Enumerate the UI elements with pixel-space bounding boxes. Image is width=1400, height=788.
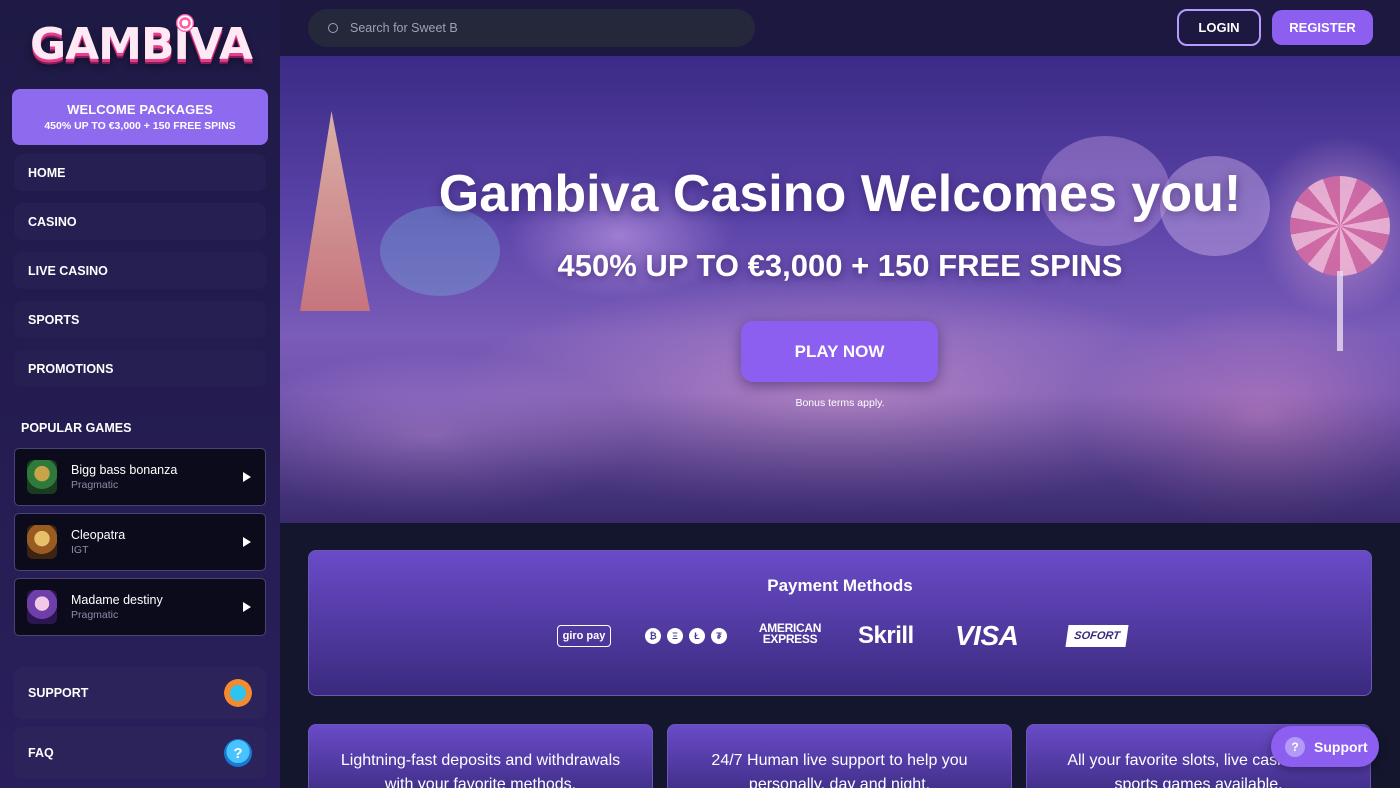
feature-card-deposits: Lightning-fast deposits and withdrawals … (308, 724, 653, 788)
welcome-offer: 450% UP TO €3,000 + 150 FREE SPINS (44, 120, 236, 132)
game-provider: IGT (71, 544, 89, 556)
nav-item-live-casino[interactable]: LIVE CASINO (14, 252, 266, 289)
gambiva-logo[interactable]: GAMBIVA (30, 14, 253, 74)
crypto-logos: ₿ Ξ Ł ₮ (645, 623, 727, 649)
support-chat-button[interactable]: ? Support (1271, 726, 1379, 767)
payment-methods-title: Payment Methods (767, 576, 913, 595)
sidebar: GAMBIVA WELCOME PACKAGES 450% UP TO €3,0… (0, 0, 280, 788)
headset-icon (224, 679, 252, 707)
payment-methods-panel: Payment Methods giro pay ₿ Ξ Ł ₮ AMERICA… (308, 550, 1372, 696)
sofort-logo: SOFORT (1065, 625, 1129, 647)
play-icon[interactable] (243, 602, 251, 612)
skrill-logo: Skrill (858, 622, 914, 649)
game-item-cleopatra[interactable]: Cleopatra IGT (14, 513, 266, 571)
litecoin-icon: Ł (689, 628, 705, 644)
game-name: Cleopatra (71, 528, 126, 542)
game-name: Bigg bass bonanza (71, 463, 178, 477)
game-provider: Pragmatic (71, 609, 119, 621)
game-thumbnail (27, 460, 57, 494)
game-item-madame-destiny[interactable]: Madame destiny Pragmatic (14, 578, 266, 636)
welcome-title: WELCOME PACKAGES (67, 102, 213, 117)
nav-item-sports[interactable]: SPORTS (14, 301, 266, 338)
question-icon: ? (1285, 736, 1305, 757)
giropay-logo: giro pay (557, 625, 611, 647)
game-thumbnail (27, 590, 57, 624)
game-item-bigg-bass-bonanza[interactable]: Bigg bass bonanza Pragmatic (14, 448, 266, 506)
popular-games-heading: POPULAR GAMES (21, 421, 132, 435)
hero-title: Gambiva Casino Welcomes you! (438, 165, 1242, 223)
hero-banner: Gambiva Casino Welcomes you! 450% UP TO … (280, 56, 1400, 523)
support-label: SUPPORT (28, 686, 89, 700)
american-express-logo: AMERICAN EXPRESS (749, 622, 831, 649)
feature-card-support: 24/7 Human live support to help you pers… (667, 724, 1012, 788)
visa-logo: VISA (955, 620, 1019, 651)
login-button[interactable]: LOGIN (1177, 9, 1261, 46)
faq-label: FAQ (28, 746, 54, 760)
game-name: Madame destiny (71, 593, 163, 607)
play-now-button[interactable]: PLAY NOW (741, 321, 938, 382)
ethereum-icon: Ξ (667, 628, 683, 644)
play-icon[interactable] (243, 537, 251, 547)
tether-icon: ₮ (711, 628, 727, 644)
candy-swirl-icon (176, 14, 194, 32)
support-link[interactable]: SUPPORT (14, 667, 266, 719)
register-button[interactable]: REGISTER (1272, 10, 1373, 45)
hero-subtitle: 450% UP TO €3,000 + 150 FREE SPINS (557, 248, 1123, 283)
nav-item-casino[interactable]: CASINO (14, 203, 266, 240)
search-placeholder: Search for Sweet B (350, 21, 458, 35)
question-bubble-icon: ? (224, 739, 252, 767)
search-input[interactable]: Search for Sweet B (308, 9, 755, 47)
play-icon[interactable] (243, 472, 251, 482)
bitcoin-icon: ₿ (645, 628, 661, 644)
faq-link[interactable]: FAQ ? (14, 727, 266, 779)
game-thumbnail (27, 525, 57, 559)
amex-line2: EXPRESS (762, 632, 818, 646)
game-provider: Pragmatic (71, 479, 119, 491)
welcome-packages-button[interactable]: WELCOME PACKAGES 450% UP TO €3,000 + 150… (12, 89, 268, 145)
support-chat-label: Support (1314, 738, 1368, 755)
logo-text: GAMBIVA (30, 18, 253, 70)
bonus-terms-text: Bonus terms apply. (795, 397, 885, 409)
top-bar: Search for Sweet B LOGIN REGISTER (280, 0, 1400, 56)
nav-item-promotions[interactable]: PROMOTIONS (14, 350, 266, 387)
nav-item-home[interactable]: HOME (14, 154, 266, 191)
search-icon (328, 23, 338, 33)
